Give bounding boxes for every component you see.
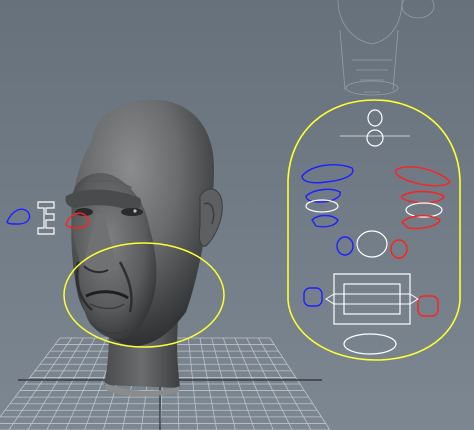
viewport-background	[0, 0, 474, 430]
head-eye-right	[121, 208, 143, 216]
maya-3d-viewport[interactable]	[0, 0, 474, 430]
viewport-canvas[interactable]	[0, 0, 474, 430]
eye-highlight	[133, 209, 137, 213]
